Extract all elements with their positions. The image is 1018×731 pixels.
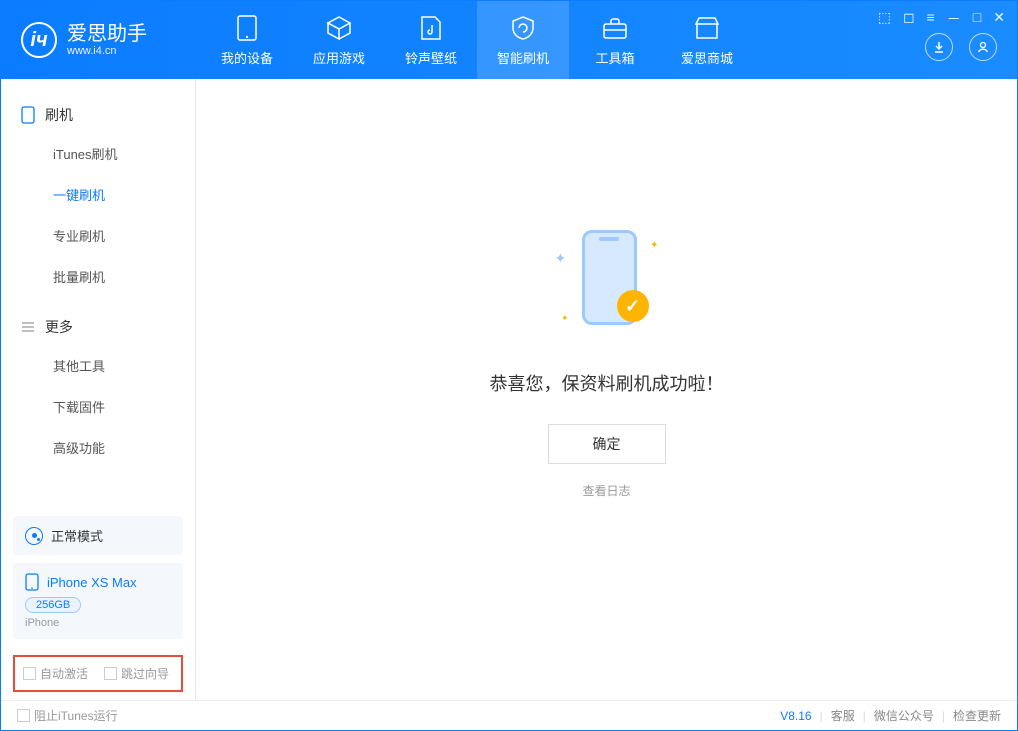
check-update-link[interactable]: 检查更新 [953,707,1001,724]
tab-label: 我的设备 [221,48,273,67]
sparkle-icon: ✦ [555,250,567,267]
wechat-link[interactable]: 微信公众号 [874,707,934,724]
app-body: 刷机 iTunes刷机 一键刷机 专业刷机 批量刷机 更多 其他工具 下载固件 … [1,79,1017,700]
tab-label: 爱思商城 [681,48,733,67]
list-icon [21,320,35,334]
mode-status-icon [25,527,43,545]
music-file-icon [417,14,445,42]
device-name-label: iPhone XS Max [47,575,137,590]
sidebar-item-one-click[interactable]: 一键刷机 [1,174,195,215]
store-icon [693,14,721,42]
skin-icon[interactable]: ⬚ [878,9,891,29]
mode-label: 正常模式 [51,526,103,545]
device-mode-box[interactable]: 正常模式 [13,516,183,555]
checkbox-box-icon [17,709,30,722]
phone-icon [25,573,39,591]
download-icon[interactable] [925,33,953,61]
feedback-icon[interactable]: ◻ [903,9,915,29]
close-icon[interactable]: ✕ [993,9,1005,29]
window-controls: ⬚ ◻ ≡ － □ ✕ [878,9,1005,29]
refresh-shield-icon [509,14,537,42]
flash-options-row: 自动激活 跳过向导 [13,655,183,692]
app-header: iч 爱思助手 www.i4.cn 我的设备 应用游戏 铃声壁纸 智能刷机 工具… [1,1,1017,79]
app-url: www.i4.cn [67,45,147,57]
checkbox-label: 自动激活 [40,665,88,682]
tab-toolbox[interactable]: 工具箱 [569,1,661,79]
support-link[interactable]: 客服 [831,707,855,724]
sidebar-item-advanced[interactable]: 高级功能 [1,427,195,468]
checkbox-box-icon [104,667,117,680]
app-logo-icon: iч [21,22,57,58]
tab-apps[interactable]: 应用游戏 [293,1,385,79]
app-name: 爱思助手 [67,23,147,45]
sidebar-item-batch-flash[interactable]: 批量刷机 [1,256,195,297]
logo-area: iч 爱思助手 www.i4.cn [1,22,201,58]
phone-outline-icon [21,106,35,124]
sparkle-icon: ● [563,313,568,322]
checkbox-auto-activate[interactable]: 自动激活 [23,665,88,682]
tab-smart-flash[interactable]: 智能刷机 [477,1,569,79]
success-message: 恭喜您，保资料刷机成功啦！ [490,370,724,396]
tab-label: 智能刷机 [497,48,549,67]
section-label: 更多 [45,317,73,337]
status-bar: 阻止iTunes运行 V8.16 | 客服 | 微信公众号 | 检查更新 [1,700,1017,730]
minimize-icon[interactable]: － [947,9,961,29]
sidebar-item-pro-flash[interactable]: 专业刷机 [1,215,195,256]
header-actions [925,33,997,61]
tab-store[interactable]: 爱思商城 [661,1,753,79]
cube-icon [325,14,353,42]
tab-label: 应用游戏 [313,48,365,67]
toolbox-icon [601,14,629,42]
device-type-label: iPhone [25,617,171,629]
sidebar-item-download-firmware[interactable]: 下载固件 [1,386,195,427]
checkbox-box-icon [23,667,36,680]
tab-ringtones[interactable]: 铃声壁纸 [385,1,477,79]
checkbox-label: 阻止iTunes运行 [34,707,118,724]
nav-tabs: 我的设备 应用游戏 铃声壁纸 智能刷机 工具箱 爱思商城 [201,1,753,79]
device-info-box[interactable]: iPhone XS Max 256GB iPhone [13,563,183,639]
tab-my-device[interactable]: 我的设备 [201,1,293,79]
device-capacity-badge: 256GB [25,597,81,613]
menu-icon[interactable]: ≡ [927,9,935,29]
section-label: 刷机 [45,105,73,125]
tab-label: 工具箱 [595,48,634,67]
footer-links: V8.16 | 客服 | 微信公众号 | 检查更新 [780,707,1001,724]
sidebar-section-flash: 刷机 [1,97,195,133]
sidebar-item-itunes-flash[interactable]: iTunes刷机 [1,133,195,174]
device-icon [233,14,261,42]
sparkle-icon: ✦ [650,240,658,251]
checkbox-block-itunes[interactable]: 阻止iTunes运行 [17,707,118,724]
checkmark-badge-icon: ✓ [617,290,649,322]
version-label: V8.16 [780,709,811,723]
user-icon[interactable] [969,33,997,61]
checkbox-skip-guide[interactable]: 跳过向导 [104,665,169,682]
sidebar: 刷机 iTunes刷机 一键刷机 专业刷机 批量刷机 更多 其他工具 下载固件 … [1,79,196,700]
ok-button[interactable]: 确定 [548,424,666,464]
main-content: ✦ ✦ ● ✓ 恭喜您，保资料刷机成功啦！ 确定 查看日志 [196,79,1017,700]
sidebar-section-more: 更多 [1,309,195,345]
tab-label: 铃声壁纸 [405,48,457,67]
view-log-link[interactable]: 查看日志 [582,482,630,499]
checkbox-label: 跳过向导 [121,665,169,682]
maximize-icon[interactable]: □ [973,9,981,29]
sidebar-item-other-tools[interactable]: 其他工具 [1,345,195,386]
success-illustration: ✦ ✦ ● ✓ [547,220,667,340]
